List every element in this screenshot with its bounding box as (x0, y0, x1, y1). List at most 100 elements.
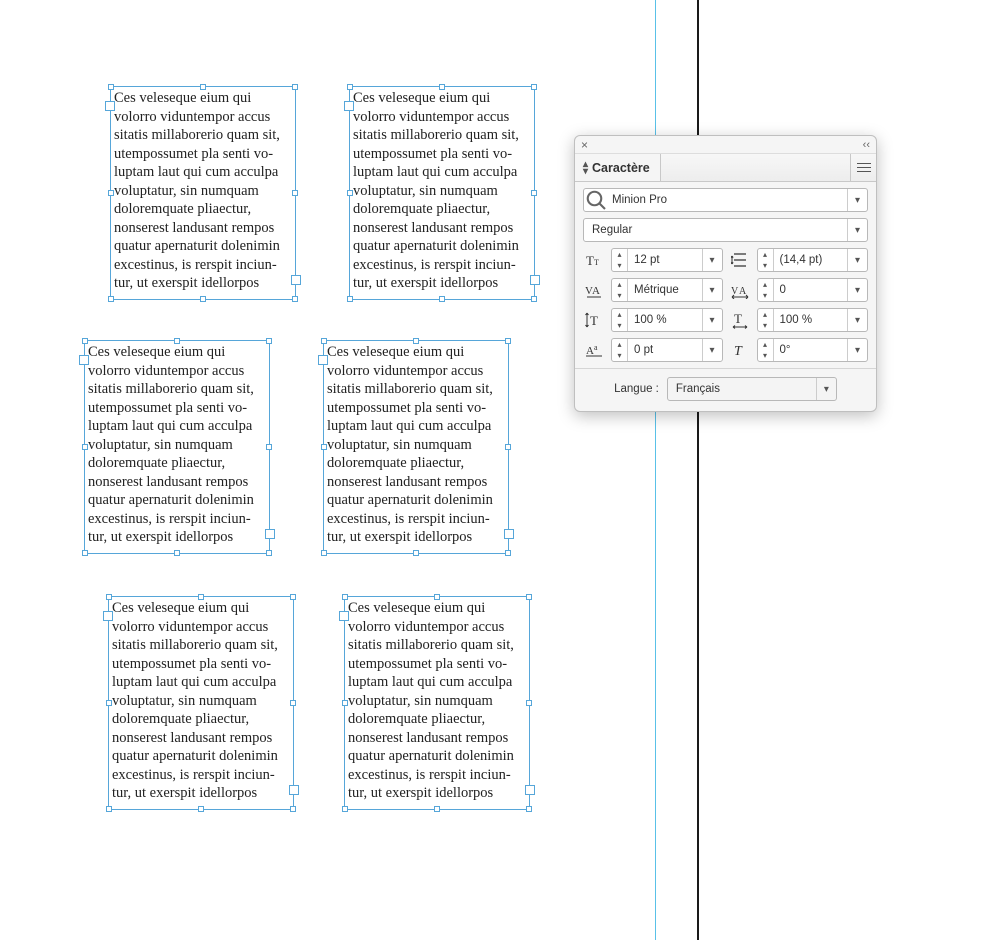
chevron-down-icon[interactable]: ▾ (847, 339, 867, 361)
resize-handle[interactable] (292, 296, 298, 302)
resize-handle[interactable] (108, 190, 114, 196)
resize-handle[interactable] (106, 594, 112, 600)
collapse-icon[interactable]: ‹‹ (863, 139, 870, 151)
resize-handle[interactable] (290, 594, 296, 600)
thread-in-port[interactable] (344, 101, 354, 111)
resize-handle[interactable] (531, 190, 537, 196)
resize-handle[interactable] (342, 594, 348, 600)
step-down-icon[interactable]: ▾ (758, 290, 773, 301)
thread-in-port[interactable] (103, 611, 113, 621)
resize-handle[interactable] (321, 338, 327, 344)
resize-handle[interactable] (82, 550, 88, 556)
horizontal-scale-field[interactable]: ▴▾ 100 % ▾ (757, 308, 869, 332)
vertical-scale-field[interactable]: ▴▾ 100 % ▾ (611, 308, 723, 332)
step-down-icon[interactable]: ▾ (758, 260, 773, 271)
step-down-icon[interactable]: ▾ (612, 260, 627, 271)
chevron-down-icon[interactable]: ▾ (847, 189, 867, 211)
expand-toggle-icon[interactable]: ▴▾ (583, 161, 588, 175)
resize-handle[interactable] (321, 550, 327, 556)
resize-handle[interactable] (347, 190, 353, 196)
chevron-down-icon[interactable]: ▾ (847, 249, 867, 271)
step-up-icon[interactable]: ▴ (758, 309, 773, 320)
chevron-down-icon[interactable]: ▾ (702, 249, 722, 271)
step-up-icon[interactable]: ▴ (612, 309, 627, 320)
thread-out-port[interactable] (504, 529, 514, 539)
font-size-field[interactable]: ▴▾ 12 pt ▾ (611, 248, 723, 272)
chevron-down-icon[interactable]: ▾ (847, 309, 867, 331)
step-up-icon[interactable]: ▴ (612, 249, 627, 260)
close-icon[interactable]: × (581, 139, 588, 151)
flyout-menu-button[interactable] (850, 154, 876, 181)
thread-out-port[interactable] (530, 275, 540, 285)
resize-handle[interactable] (505, 338, 511, 344)
resize-handle[interactable] (526, 700, 532, 706)
resize-handle[interactable] (505, 444, 511, 450)
resize-handle[interactable] (266, 338, 272, 344)
kerning-field[interactable]: ▴▾ Métrique ▾ (611, 278, 723, 302)
baseline-shift-field[interactable]: ▴▾ 0 pt ▾ (611, 338, 723, 362)
step-down-icon[interactable]: ▾ (612, 320, 627, 331)
chevron-down-icon[interactable]: ▾ (847, 219, 867, 241)
resize-handle[interactable] (174, 550, 180, 556)
step-up-icon[interactable]: ▴ (612, 279, 627, 290)
text-frame[interactable]: Ces veleseque eium qui volorro viduntemp… (349, 86, 535, 300)
resize-handle[interactable] (290, 806, 296, 812)
thread-in-port[interactable] (318, 355, 328, 365)
thread-out-port[interactable] (291, 275, 301, 285)
resize-handle[interactable] (434, 594, 440, 600)
thread-out-port[interactable] (289, 785, 299, 795)
thread-out-port[interactable] (525, 785, 535, 795)
resize-handle[interactable] (413, 338, 419, 344)
resize-handle[interactable] (292, 190, 298, 196)
resize-handle[interactable] (82, 338, 88, 344)
tracking-field[interactable]: ▴▾ 0 ▾ (757, 278, 869, 302)
resize-handle[interactable] (342, 806, 348, 812)
step-up-icon[interactable]: ▴ (612, 339, 627, 350)
resize-handle[interactable] (200, 296, 206, 302)
resize-handle[interactable] (526, 806, 532, 812)
resize-handle[interactable] (292, 84, 298, 90)
resize-handle[interactable] (106, 700, 112, 706)
text-frame[interactable]: Ces veleseque eium qui volorro viduntemp… (84, 340, 270, 554)
resize-handle[interactable] (531, 296, 537, 302)
resize-handle[interactable] (200, 84, 206, 90)
skew-field[interactable]: ▴▾ 0° ▾ (757, 338, 869, 362)
step-down-icon[interactable]: ▾ (612, 350, 627, 361)
resize-handle[interactable] (198, 806, 204, 812)
resize-handle[interactable] (321, 444, 327, 450)
chevron-down-icon[interactable]: ▾ (702, 339, 722, 361)
resize-handle[interactable] (531, 84, 537, 90)
chevron-down-icon[interactable]: ▾ (702, 309, 722, 331)
character-panel[interactable]: × ‹‹ ▴▾ Caractère Minion Pro ▾ Regular ▾ (574, 135, 877, 412)
step-down-icon[interactable]: ▾ (612, 290, 627, 301)
resize-handle[interactable] (174, 338, 180, 344)
resize-handle[interactable] (413, 550, 419, 556)
resize-handle[interactable] (108, 84, 114, 90)
text-frame[interactable]: Ces veleseque eium qui volorro viduntemp… (323, 340, 509, 554)
tab-character[interactable]: ▴▾ Caractère (575, 154, 661, 181)
resize-handle[interactable] (290, 700, 296, 706)
resize-handle[interactable] (347, 296, 353, 302)
font-style-combo[interactable]: Regular ▾ (583, 218, 868, 242)
step-up-icon[interactable]: ▴ (758, 279, 773, 290)
resize-handle[interactable] (82, 444, 88, 450)
leading-field[interactable]: ▴▾ (14,4 pt) ▾ (757, 248, 869, 272)
text-frame[interactable]: Ces veleseque eium qui volorro viduntemp… (108, 596, 294, 810)
resize-handle[interactable] (526, 594, 532, 600)
thread-in-port[interactable] (79, 355, 89, 365)
thread-out-port[interactable] (265, 529, 275, 539)
chevron-down-icon[interactable]: ▾ (816, 378, 836, 400)
resize-handle[interactable] (434, 806, 440, 812)
resize-handle[interactable] (505, 550, 511, 556)
resize-handle[interactable] (108, 296, 114, 302)
thread-in-port[interactable] (339, 611, 349, 621)
step-down-icon[interactable]: ▾ (758, 320, 773, 331)
language-combo[interactable]: Français ▾ (667, 377, 837, 401)
step-down-icon[interactable]: ▾ (758, 350, 773, 361)
resize-handle[interactable] (342, 700, 348, 706)
resize-handle[interactable] (347, 84, 353, 90)
resize-handle[interactable] (198, 594, 204, 600)
resize-handle[interactable] (266, 444, 272, 450)
text-frame[interactable]: Ces veleseque eium qui volorro viduntemp… (344, 596, 530, 810)
font-family-combo[interactable]: Minion Pro ▾ (583, 188, 868, 212)
